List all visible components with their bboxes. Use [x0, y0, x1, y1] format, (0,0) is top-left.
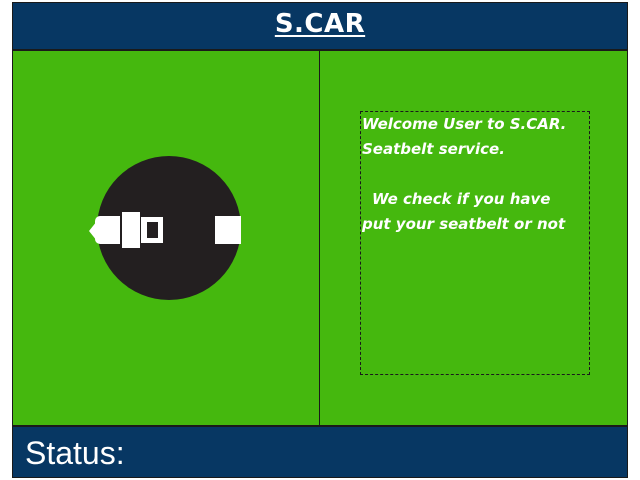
status-bar: Status:	[12, 426, 628, 478]
app-window: S.CAR Welcome User to S.CAR. Seatbelt se…	[12, 2, 628, 478]
info-panel: Welcome User to S.CAR. Seatbelt service.…	[319, 50, 628, 426]
check-line: We check if you have	[372, 190, 551, 208]
seatbelt-icon	[89, 156, 241, 300]
check-line-2: put your seatbelt or not	[362, 215, 566, 233]
app-title: S.CAR	[274, 9, 366, 39]
status-label: Status:	[25, 435, 125, 471]
welcome-line: Welcome User to S.CAR.	[362, 115, 567, 133]
service-line: Seatbelt service.	[362, 140, 505, 158]
header-bar: S.CAR	[12, 2, 628, 50]
welcome-textbox: Welcome User to S.CAR. Seatbelt service.…	[360, 111, 590, 375]
seatbelt-panel	[12, 50, 320, 426]
